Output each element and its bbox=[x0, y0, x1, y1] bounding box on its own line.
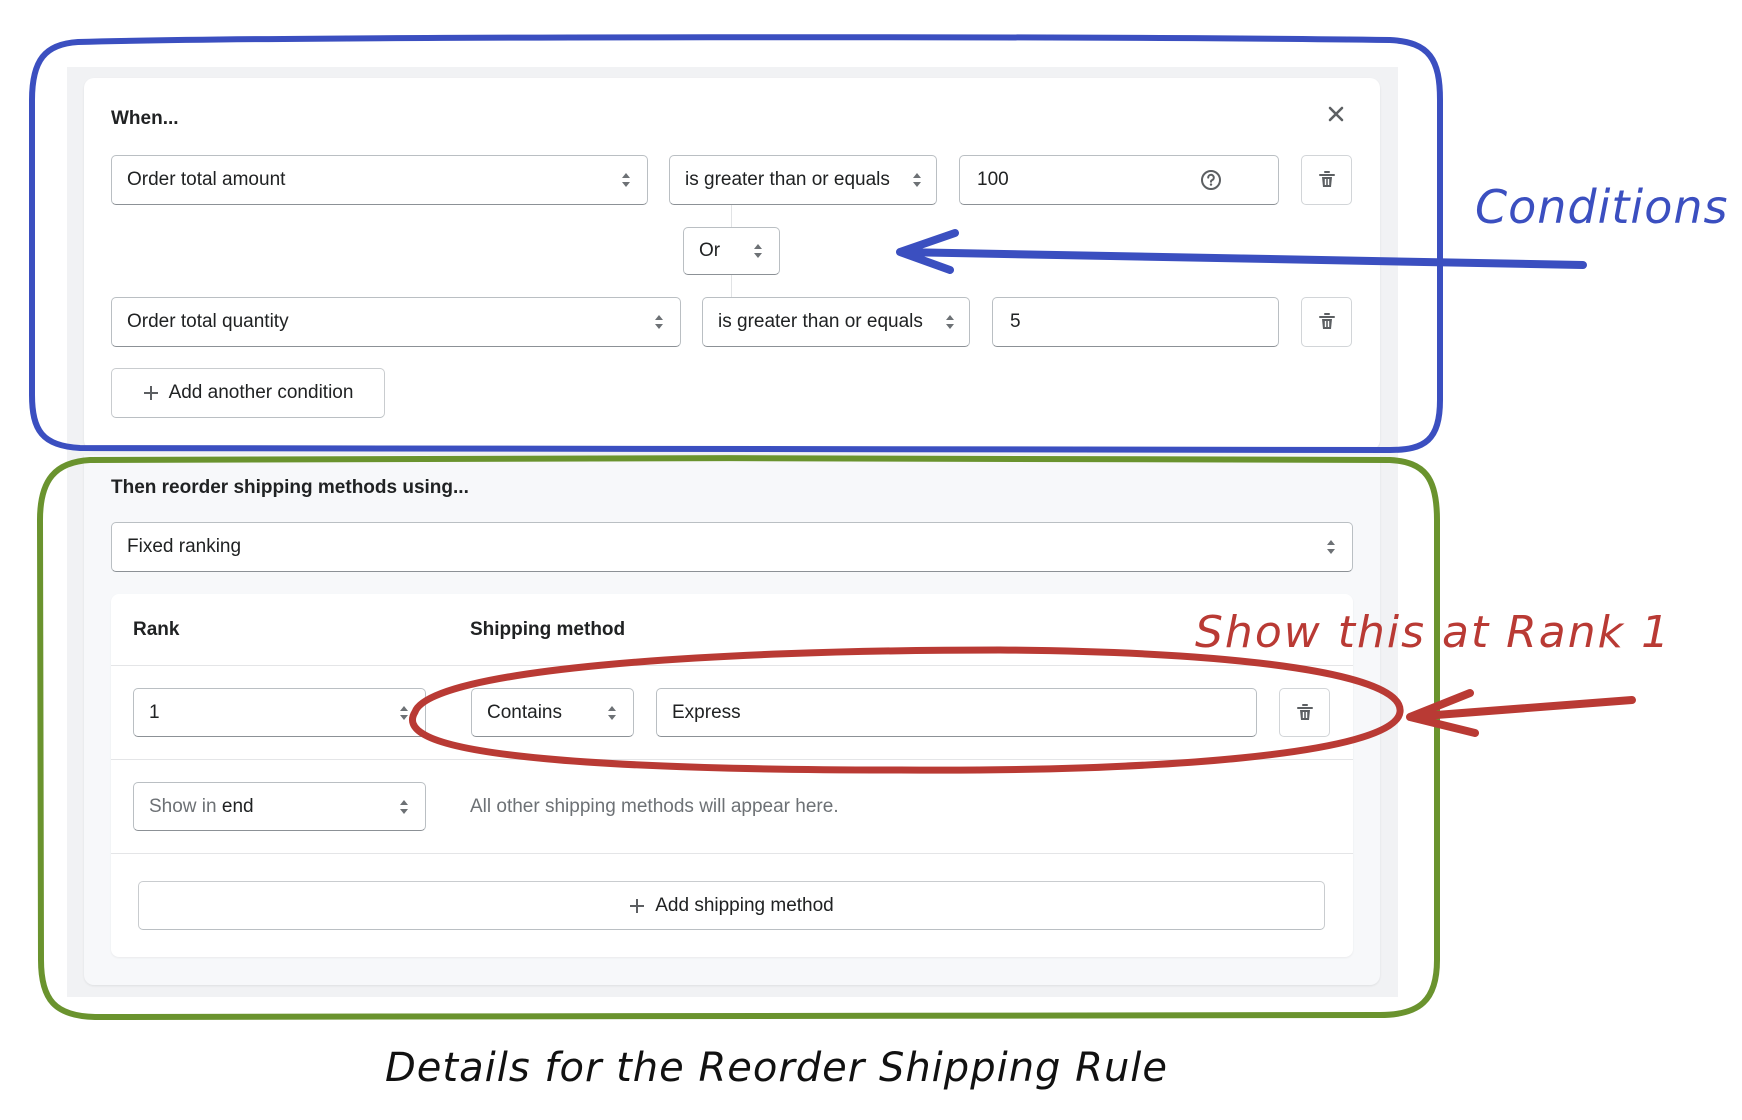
rank-value: 1 bbox=[149, 701, 160, 723]
add-shipping-method-label: Add shipping method bbox=[655, 894, 834, 916]
condition-2-value: 5 bbox=[1010, 311, 1021, 332]
trash-icon bbox=[1318, 171, 1335, 187]
table-divider bbox=[111, 759, 1353, 760]
select-arrows-icon bbox=[1327, 540, 1335, 554]
close-icon[interactable] bbox=[1325, 103, 1347, 125]
table-divider bbox=[111, 665, 1353, 666]
rank-annotation: Show this at Rank 1 bbox=[1195, 607, 1672, 658]
table-divider bbox=[111, 853, 1353, 854]
condition-1-value: 100 bbox=[977, 169, 1009, 190]
connector-line bbox=[731, 205, 732, 227]
add-shipping-method-button[interactable]: Add shipping method bbox=[138, 881, 1325, 930]
condition-2-field-select[interactable]: Order total quantity bbox=[111, 297, 681, 347]
select-arrows-icon bbox=[754, 244, 762, 258]
reorder-method-select[interactable]: Fixed ranking bbox=[111, 522, 1353, 572]
add-condition-label: Add another condition bbox=[168, 382, 354, 403]
caption: Details for the Reorder Shipping Rule bbox=[385, 1045, 1169, 1091]
column-header-shipping-method: Shipping method bbox=[470, 619, 626, 640]
select-arrows-icon bbox=[913, 173, 921, 187]
conditions-annotation: Conditions bbox=[1475, 180, 1729, 234]
match-type-select[interactable]: Contains bbox=[471, 688, 634, 737]
delete-condition-1-button[interactable] bbox=[1301, 155, 1352, 205]
reorder-heading: Then reorder shipping methods using... bbox=[111, 477, 469, 498]
select-arrows-icon bbox=[946, 315, 954, 329]
condition-1-operator-select[interactable]: is greater than or equals bbox=[669, 155, 937, 205]
condition-1-operator-value: is greater than or equals bbox=[685, 169, 890, 190]
condition-2-operator-select[interactable]: is greater than or equals bbox=[702, 297, 970, 347]
select-arrows-icon bbox=[622, 173, 630, 187]
add-condition-button[interactable]: Add another condition bbox=[111, 368, 385, 418]
connector-value: Or bbox=[699, 240, 721, 261]
column-header-rank: Rank bbox=[133, 619, 180, 640]
plus-icon bbox=[143, 386, 158, 400]
match-value-input[interactable]: Express bbox=[656, 688, 1257, 737]
end-rank-value: Show in end bbox=[149, 796, 254, 818]
trash-icon bbox=[1296, 703, 1313, 720]
plus-icon bbox=[630, 898, 645, 913]
condition-1-value-input[interactable]: 100 bbox=[959, 155, 1279, 205]
condition-1-field-value: Order total amount bbox=[127, 169, 286, 190]
select-arrows-icon bbox=[400, 799, 408, 814]
match-value: Express bbox=[672, 701, 741, 723]
delete-shipping-method-button[interactable] bbox=[1279, 688, 1330, 737]
end-row-description: All other shipping methods will appear h… bbox=[470, 796, 839, 817]
select-arrows-icon bbox=[655, 315, 663, 329]
connector-select[interactable]: Or bbox=[683, 227, 780, 275]
end-rank-select[interactable]: Show in end bbox=[133, 782, 426, 831]
help-icon[interactable] bbox=[1200, 169, 1222, 191]
condition-2-field-value: Order total quantity bbox=[127, 311, 289, 332]
connector-line bbox=[731, 275, 732, 297]
trash-icon bbox=[1318, 313, 1335, 329]
rank-arrow bbox=[1406, 689, 1636, 737]
match-type-value: Contains bbox=[487, 701, 562, 723]
condition-2-value-input[interactable]: 5 bbox=[992, 297, 1279, 347]
conditions-heading: When... bbox=[111, 108, 179, 129]
end-rank-suffix: end bbox=[221, 795, 254, 817]
condition-1-field-select[interactable]: Order total amount bbox=[111, 155, 648, 205]
delete-condition-2-button[interactable] bbox=[1301, 297, 1352, 347]
rank-select[interactable]: 1 bbox=[133, 688, 426, 737]
end-rank-prefix: Show in bbox=[149, 795, 222, 817]
reorder-method-value: Fixed ranking bbox=[127, 536, 242, 557]
condition-2-operator-value: is greater than or equals bbox=[718, 311, 923, 332]
select-arrows-icon bbox=[608, 705, 616, 720]
select-arrows-icon bbox=[400, 705, 408, 720]
